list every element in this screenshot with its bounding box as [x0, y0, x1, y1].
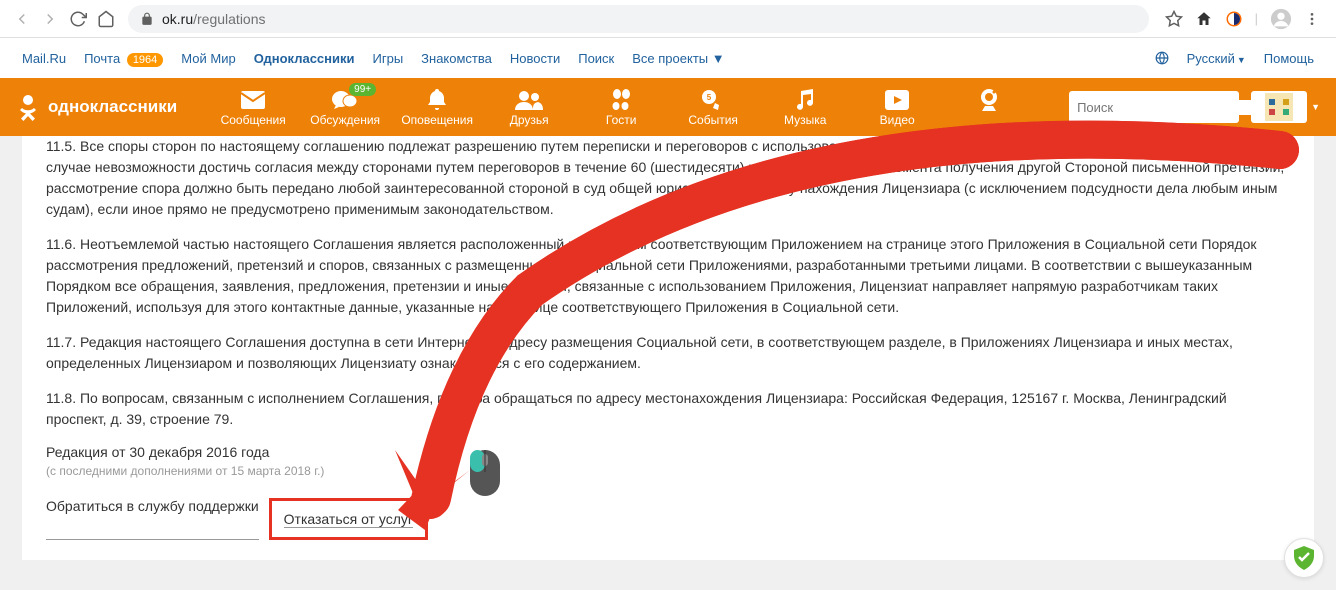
back-button[interactable]	[8, 5, 36, 33]
portal-link-novosti[interactable]: Новости	[510, 51, 560, 66]
language-selector[interactable]: Русский▼	[1187, 51, 1246, 66]
portal-link-znakomstva[interactable]: Знакомства	[421, 51, 492, 66]
chevron-down-icon: ▼	[712, 51, 725, 66]
extension-swirl-icon[interactable]	[1225, 10, 1243, 28]
address-bar[interactable]: ok.ru/regulations	[128, 5, 1149, 33]
nav-discussions[interactable]: 99+ Обсуждения	[299, 87, 391, 127]
chevron-down-icon: ▼	[1237, 55, 1246, 65]
avatar[interactable]	[1251, 91, 1307, 123]
nav-events[interactable]: 5 События	[667, 87, 759, 127]
portal-link-poisk[interactable]: Поиск	[578, 51, 614, 66]
nav-webcam[interactable]	[943, 87, 1035, 127]
content-area: 11.5. Все споры сторон по настоящему сог…	[22, 136, 1314, 560]
url-path: /regulations	[193, 11, 265, 27]
paragraph-11-5: 11.5. Все споры сторон по настоящему сог…	[46, 136, 1290, 220]
lock-icon	[140, 12, 154, 26]
portal-link-odnoklassniki[interactable]: Одноклассники	[254, 51, 355, 66]
portal-nav: Mail.Ru Почта 1964 Мой Мир Одноклассники…	[0, 38, 1336, 78]
paragraph-11-6: 11.6. Неотъемлемой частью настоящего Сог…	[46, 234, 1290, 318]
svg-text:5: 5	[707, 93, 712, 102]
nav-music[interactable]: Музыка	[759, 87, 851, 127]
reload-button[interactable]	[64, 5, 92, 33]
portal-link-mailru[interactable]: Mail.Ru	[22, 51, 66, 66]
url-host: ok.ru	[162, 11, 193, 27]
nav-guests[interactable]: Гости	[575, 87, 667, 127]
search-input[interactable]	[1077, 100, 1253, 115]
paragraph-11-7: 11.7. Редакция настоящего Соглашения дос…	[46, 332, 1290, 374]
chevron-down-icon[interactable]: ▼	[1311, 102, 1320, 112]
profile-icon[interactable]	[1270, 8, 1292, 30]
logo[interactable]: одноклассники	[16, 93, 177, 121]
menu-icon[interactable]	[1304, 11, 1320, 27]
nav-video[interactable]: Видео	[851, 87, 943, 127]
security-shield-badge[interactable]	[1284, 538, 1324, 578]
star-icon[interactable]	[1165, 10, 1183, 28]
nav-friends[interactable]: Друзья	[483, 87, 575, 127]
paragraph-11-8: 11.8. По вопросам, связанным с исполнени…	[46, 388, 1290, 430]
portal-link-pochta[interactable]: Почта 1964	[84, 51, 163, 66]
ok-logo-icon	[16, 93, 40, 121]
notification-badge: 99+	[349, 83, 376, 96]
mail-badge: 1964	[127, 53, 163, 67]
browser-toolbar: ok.ru/regulations |	[0, 0, 1336, 38]
portal-link-vseproekty[interactable]: Все проекты ▼	[632, 51, 724, 66]
site-header: одноклассники Сообщения 99+ Обсуждения О…	[0, 78, 1336, 136]
globe-icon[interactable]	[1155, 51, 1169, 65]
home-button[interactable]	[92, 5, 120, 33]
portal-link-help[interactable]: Помощь	[1264, 51, 1314, 66]
portal-link-moimir[interactable]: Мой Мир	[181, 51, 235, 66]
logo-text: одноклассники	[48, 97, 177, 117]
revision-date: Редакция от 30 декабря 2016 года	[46, 444, 1290, 460]
support-link[interactable]: Обратиться в службу поддержки	[46, 498, 259, 540]
divider: |	[1255, 11, 1258, 26]
nav-messages[interactable]: Сообщения	[207, 87, 299, 127]
forward-button[interactable]	[36, 5, 64, 33]
revision-subdate: (с последними дополнениями от 15 марта 2…	[46, 464, 1290, 478]
search-box[interactable]	[1069, 91, 1239, 123]
nav-notifications[interactable]: Оповещения	[391, 87, 483, 127]
decline-highlight-box: Отказаться от услуг	[269, 498, 428, 540]
extension-home-icon[interactable]	[1195, 10, 1213, 28]
portal-link-igry[interactable]: Игры	[373, 51, 404, 66]
decline-services-link[interactable]: Отказаться от услуг	[284, 511, 413, 528]
